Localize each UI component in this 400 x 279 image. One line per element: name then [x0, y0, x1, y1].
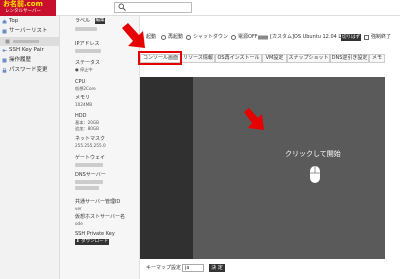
restart-label: 再起動	[168, 34, 184, 40]
console-side-panel	[140, 77, 193, 259]
hdd-label: HDD	[75, 113, 87, 119]
force-label: 強制終了	[371, 34, 392, 40]
sidebar-item-label: SSH Key Pair	[9, 47, 44, 53]
netmask-value: 255.255.255.0	[75, 143, 106, 148]
label-label: ラベル	[75, 18, 91, 24]
history-icon	[2, 58, 7, 63]
lock-icon	[2, 68, 7, 73]
netmask-label: ネットマスク	[75, 136, 106, 142]
sidebar-item-ssh-key-pair[interactable]: SSH Key Pair	[0, 46, 60, 55]
redacted-text	[75, 163, 103, 167]
sidebar-item-server-list[interactable]: サーバーリスト	[0, 27, 60, 36]
arrow-icon	[244, 108, 264, 130]
status-value: ● 停止中	[75, 67, 93, 72]
redacted-text	[75, 27, 97, 31]
tab-dns-reverse[interactable]: DNS逆引き設定	[330, 54, 369, 63]
os-info: [カスタム]OS Ubuntu 12.04 LTS	[270, 34, 347, 40]
poweroff-radio[interactable]	[231, 35, 236, 40]
shutdown-label: シャットダウン	[193, 34, 229, 40]
shared-id-label: 共通サーバー管理ID	[75, 199, 121, 205]
redacted-text	[13, 40, 39, 43]
dns-label: DNSサーバー	[75, 172, 106, 178]
ssh-key-label: SSH Private Key	[75, 231, 115, 237]
memory-label: メモリ	[75, 95, 91, 101]
hostname-label: 仮想ホストサーバー名	[75, 214, 125, 220]
sidebar-item-label: Top	[9, 18, 19, 24]
highlight-box	[138, 51, 182, 65]
tab-os-reinstall[interactable]: OS再インストール	[215, 54, 262, 63]
change-button[interactable]: 切りはず	[341, 34, 361, 41]
arrow-icon	[122, 23, 145, 48]
tab-vm-settings[interactable]: VM設定	[262, 54, 287, 63]
sidebar-item-server[interactable]	[0, 37, 60, 46]
sidebar-item-label: サーバーリスト	[9, 28, 48, 34]
ip-label: IPアドレス	[75, 41, 100, 47]
download-button[interactable]: ⬇ ダウンロード	[75, 239, 109, 245]
keymap-select[interactable]: ja	[182, 264, 204, 272]
shared-id-value: ver	[75, 206, 82, 211]
cpu-value: 仮想2Core	[75, 86, 96, 91]
redacted-text	[75, 49, 101, 53]
memory-value: 1024MB	[75, 102, 93, 107]
gateway-label: ゲートウェイ	[75, 155, 106, 161]
status-label: ステータス	[75, 60, 101, 66]
label-edit-button[interactable]: 編集	[95, 18, 105, 24]
server-icon	[2, 29, 7, 34]
submit-button[interactable]: 決 定	[209, 264, 225, 272]
tab-resource[interactable]: リソース情報	[181, 54, 215, 63]
server-icon	[5, 39, 10, 44]
sidebar-item-history[interactable]: 操作履歴	[0, 56, 60, 65]
click-to-start-text[interactable]: クリックして開始	[285, 149, 341, 159]
tab-snapshot[interactable]: スナップショット	[287, 54, 330, 63]
start-label: 起動	[146, 34, 157, 40]
logo-subtitle: レンタルサーバー	[5, 9, 41, 14]
sidebar-item-label: 操作履歴	[9, 57, 32, 63]
server-icon	[258, 35, 268, 40]
keymap-label: キーマップ設定	[146, 265, 182, 271]
hdd-value-extra: 追加：80GB	[75, 126, 100, 131]
sidebar-item-password[interactable]: パスワード変更	[0, 66, 60, 75]
search-icon	[118, 3, 126, 11]
sidebar-item-label: パスワード変更	[9, 67, 48, 73]
tab-memo[interactable]: メモ	[369, 54, 385, 63]
force-checkbox[interactable]	[364, 35, 369, 40]
restart-radio[interactable]	[161, 35, 166, 40]
key-icon	[2, 49, 7, 52]
mouse-icon	[310, 166, 320, 183]
redacted-text	[75, 180, 103, 184]
hostname-value: ode	[75, 221, 83, 226]
logo[interactable]: お名前.com レンタルサーバー	[0, 0, 56, 16]
sidebar-item-top[interactable]: Top	[0, 17, 60, 26]
cpu-label: CPU	[75, 79, 86, 85]
redacted-text	[75, 186, 99, 190]
logo-title: お名前.com	[3, 0, 43, 8]
top-bar	[0, 0, 400, 16]
hdd-value-base: 基本：20GB	[75, 120, 100, 125]
shutdown-radio[interactable]	[186, 35, 191, 40]
home-icon	[2, 19, 7, 24]
poweroff-label: 電源OFF	[238, 34, 258, 40]
